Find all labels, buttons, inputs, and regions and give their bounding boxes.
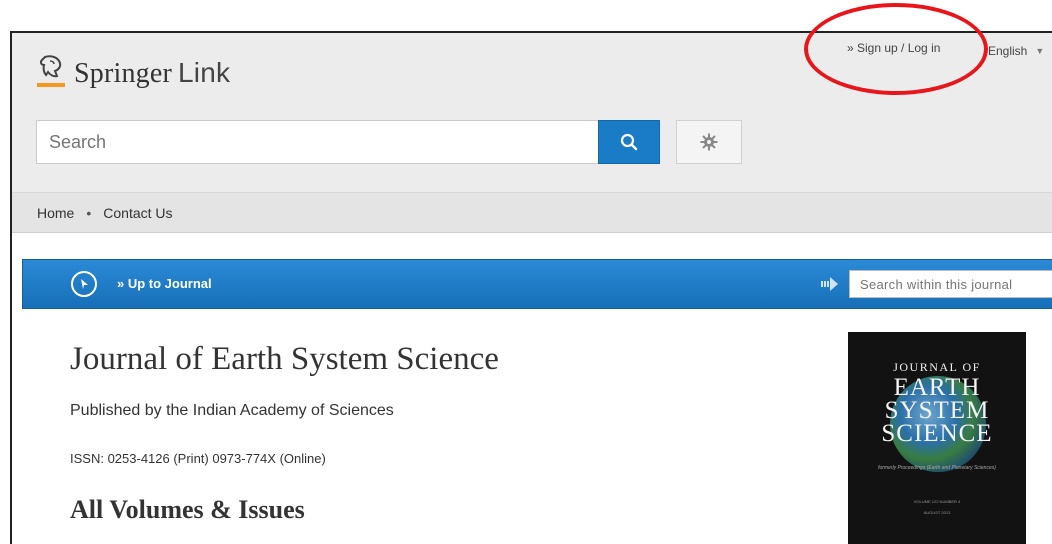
journal-cover-image[interactable]: JOURNAL OF EARTH SYSTEM SCIENCE formerly… <box>848 332 1026 544</box>
language-selector[interactable]: English ▼ <box>988 44 1044 58</box>
up-to-journal-link[interactable]: » Up to Journal <box>117 276 212 291</box>
springerlink-logo[interactable]: Springer Link <box>36 53 230 93</box>
cover-line-top: JOURNAL OF <box>893 360 981 374</box>
journal-toolbar: » Up to Journal <box>22 259 1052 309</box>
search-bar <box>36 120 660 164</box>
signup-login-link[interactable]: » Sign up / Log in <box>847 41 940 55</box>
nav-separator: • <box>86 204 92 221</box>
journal-issn: ISSN: 0253-4126 (Print) 0973-774X (Onlin… <box>70 451 326 466</box>
cover-line-system: SYSTEM <box>884 397 990 424</box>
language-label: English <box>988 44 1028 58</box>
journal-title: Journal of Earth System Science <box>70 341 499 377</box>
search-options-button[interactable] <box>676 120 742 164</box>
arrow-right-icon <box>821 277 838 291</box>
journal-publisher: Published by the Indian Academy of Scien… <box>70 402 394 419</box>
breadcrumb-nav: Home • Contact Us <box>12 193 1052 233</box>
logo-brand: Springer <box>74 57 173 89</box>
site-header: Springer Link » Sign up / Log in English … <box>12 33 1052 193</box>
search-icon <box>620 133 638 151</box>
cover-date-line: AUGUST 2013 <box>923 510 951 515</box>
cover-line-science: SCIENCE <box>881 420 993 447</box>
nav-contact-link[interactable]: Contact Us <box>103 205 172 221</box>
logo-brand-suffix: Link <box>178 56 231 88</box>
search-button[interactable] <box>598 120 660 164</box>
logo-text: Springer Link <box>74 57 230 90</box>
gear-icon <box>700 133 718 151</box>
cover-subtitle: formerly Proceedings (Earth and Planetar… <box>878 465 996 471</box>
compass-icon[interactable] <box>71 271 97 297</box>
volumes-heading: All Volumes & Issues <box>70 495 305 524</box>
springer-horse-icon <box>36 53 66 93</box>
search-within-journal-input[interactable] <box>849 270 1052 298</box>
search-input[interactable] <box>36 120 598 164</box>
nav-home-link[interactable]: Home <box>37 205 74 221</box>
browser-page: Springer Link » Sign up / Log in English … <box>10 31 1052 544</box>
caret-down-icon: ▼ <box>1035 46 1045 56</box>
cover-volume-line: VOLUME 122 NUMBER 4 <box>913 499 961 504</box>
cover-line-earth: EARTH <box>893 374 981 401</box>
